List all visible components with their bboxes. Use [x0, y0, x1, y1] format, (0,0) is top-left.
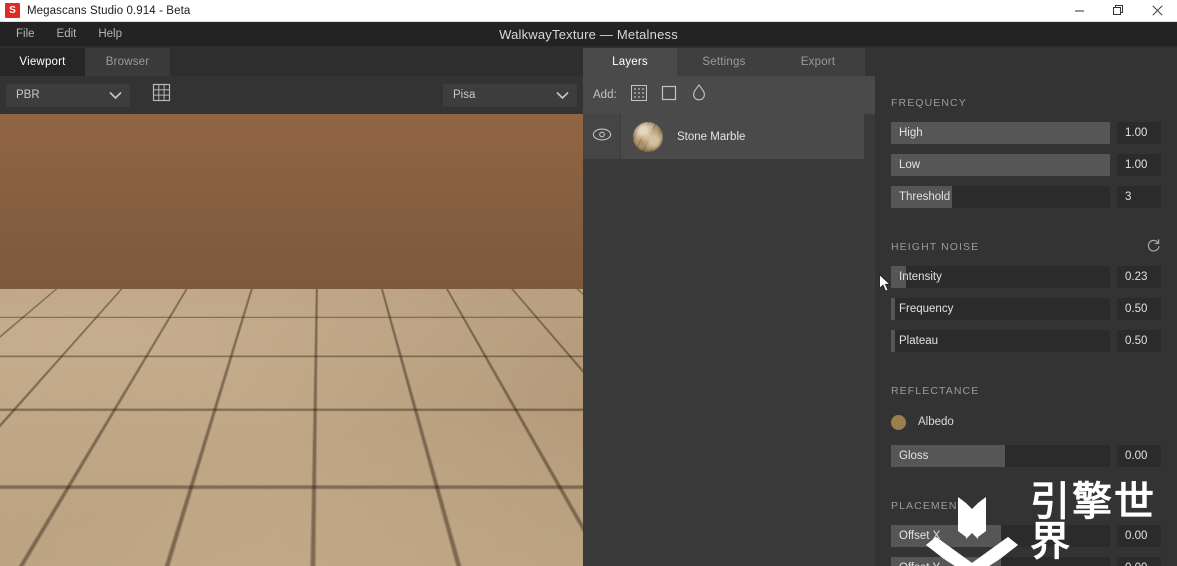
add-dotted-grid-button[interactable] — [629, 84, 649, 106]
low-value[interactable]: 1.00 — [1117, 154, 1161, 176]
albedo-label: Albedo — [918, 416, 954, 428]
tab-settings[interactable]: Settings — [677, 48, 771, 76]
property-row-low[interactable]: Low 1.00 — [875, 154, 1177, 176]
add-label: Add: — [593, 89, 617, 101]
layer-visibility-toggle[interactable] — [583, 114, 621, 159]
offset-y-slider[interactable]: Offset Y — [891, 557, 1110, 566]
gloss-slider[interactable]: Gloss — [891, 445, 1110, 467]
viewport-3d-render[interactable] — [0, 114, 583, 566]
property-row-intensity[interactable]: Intensity 0.23 — [875, 266, 1177, 288]
title-bar: S Megascans Studio 0.914 - Beta — [0, 0, 1177, 22]
app-logo-icon: S — [5, 3, 20, 18]
frequency-label: Frequency — [899, 303, 954, 315]
property-row-offset-y[interactable]: Offset Y 0.00 — [875, 557, 1177, 566]
threshold-value[interactable]: 3 — [1117, 186, 1161, 208]
layers-panel: Layers Settings Export Add: Stone Marble — [583, 48, 875, 566]
add-layer-row: Add: — [583, 76, 875, 114]
close-button[interactable] — [1138, 0, 1177, 22]
restore-button[interactable] — [1099, 0, 1138, 22]
minimize-button[interactable] — [1060, 0, 1099, 22]
offset-x-value[interactable]: 0.00 — [1117, 525, 1161, 547]
grid-icon — [152, 83, 171, 107]
high-value[interactable]: 1.00 — [1117, 122, 1161, 144]
texture-plane — [0, 114, 583, 290]
offset-x-label: Offset X — [899, 530, 941, 542]
gloss-label: Gloss — [899, 450, 929, 462]
threshold-slider[interactable]: Threshold — [891, 186, 1110, 208]
menu-item-file[interactable]: File — [8, 22, 43, 46]
threshold-label: Threshold — [899, 191, 951, 203]
property-row-frequency[interactable]: Frequency 0.50 — [875, 298, 1177, 320]
frequency-slider[interactable]: Frequency — [891, 298, 1110, 320]
chevron-down-icon — [556, 91, 569, 100]
gloss-value[interactable]: 0.00 — [1117, 445, 1161, 467]
app-window: S Megascans Studio 0.914 - Beta File Edi… — [0, 0, 1177, 566]
plateau-label: Plateau — [899, 335, 939, 347]
section-header-placement: PLACEMENT — [875, 497, 1177, 515]
property-row-threshold[interactable]: Threshold 3 — [875, 186, 1177, 208]
tab-strip-filler — [865, 48, 875, 76]
offset-y-label: Offset Y — [891, 557, 1110, 566]
shading-mode-value: PBR — [16, 89, 40, 101]
layer-thumbnail — [633, 121, 663, 152]
layer-name: Stone Marble — [677, 130, 746, 143]
section-title: FREQUENCY — [891, 97, 967, 109]
section-header-frequency: FREQUENCY — [875, 94, 1177, 112]
menu-item-edit[interactable]: Edit — [49, 22, 85, 46]
high-label: High — [899, 127, 923, 139]
plateau-value[interactable]: 0.50 — [1117, 330, 1161, 352]
properties-panel: FREQUENCY High 1.00 Low 1.00 Threshold 3 — [875, 48, 1177, 566]
low-slider[interactable]: Low — [891, 154, 1110, 176]
window-controls — [1060, 0, 1177, 22]
layers-tab-strip: Layers Settings Export — [583, 48, 875, 76]
section-title: HEIGHT NOISE — [891, 241, 980, 253]
property-row-offset-x[interactable]: Offset X 0.00 — [875, 525, 1177, 547]
high-slider[interactable]: High — [891, 122, 1110, 144]
refresh-icon — [1146, 238, 1161, 257]
add-droplet-button[interactable] — [689, 84, 709, 106]
tab-export[interactable]: Export — [771, 48, 865, 76]
section-header-height-noise: HEIGHT NOISE — [875, 238, 1177, 256]
layer-row[interactable]: Stone Marble — [583, 114, 864, 159]
environment-dropdown[interactable]: Pisa — [443, 83, 577, 107]
shading-mode-dropdown[interactable]: PBR — [6, 83, 130, 107]
property-row-gloss[interactable]: Gloss 0.00 — [875, 445, 1177, 467]
tab-layers[interactable]: Layers — [583, 48, 677, 76]
property-row-high[interactable]: High 1.00 — [875, 122, 1177, 144]
offset-x-slider[interactable]: Offset X — [891, 525, 1110, 547]
intensity-slider[interactable]: Intensity — [891, 266, 1110, 288]
offset-y-value[interactable]: 0.00 — [1117, 557, 1161, 566]
section-title: REFLECTANCE — [891, 385, 980, 397]
low-label: Low — [899, 159, 921, 171]
add-square-button[interactable] — [659, 85, 679, 105]
square-icon — [661, 85, 677, 106]
dotted-grid-icon — [630, 84, 647, 106]
frequency-value[interactable]: 0.50 — [1117, 298, 1161, 320]
grid-toggle-button[interactable] — [150, 83, 172, 107]
environment-value: Pisa — [453, 89, 476, 101]
left-tab-strip: Viewport Browser — [0, 48, 583, 76]
viewport-toolbar: PBR Pisa — [0, 76, 583, 114]
albedo-color-swatch[interactable] — [891, 414, 906, 430]
droplet-icon — [692, 84, 706, 106]
chevron-down-icon — [109, 91, 122, 100]
intensity-label: Intensity — [899, 271, 942, 283]
tab-viewport[interactable]: Viewport — [0, 48, 85, 76]
intensity-value[interactable]: 0.23 — [1117, 266, 1161, 288]
window-title: Megascans Studio 0.914 - Beta — [27, 4, 191, 17]
menu-item-help[interactable]: Help — [90, 22, 130, 46]
section-header-reflectance: REFLECTANCE — [875, 382, 1177, 400]
height-noise-refresh-button[interactable] — [1146, 238, 1161, 257]
tab-browser[interactable]: Browser — [85, 48, 170, 76]
section-title: PLACEMENT — [891, 500, 966, 512]
plateau-slider[interactable]: Plateau — [891, 330, 1110, 352]
menu-bar: File Edit Help — [0, 22, 1177, 46]
eye-icon — [592, 128, 612, 146]
layers-list: Stone Marble — [583, 114, 875, 566]
property-row-plateau[interactable]: Plateau 0.50 — [875, 330, 1177, 352]
albedo-row[interactable]: Albedo — [875, 411, 1177, 433]
